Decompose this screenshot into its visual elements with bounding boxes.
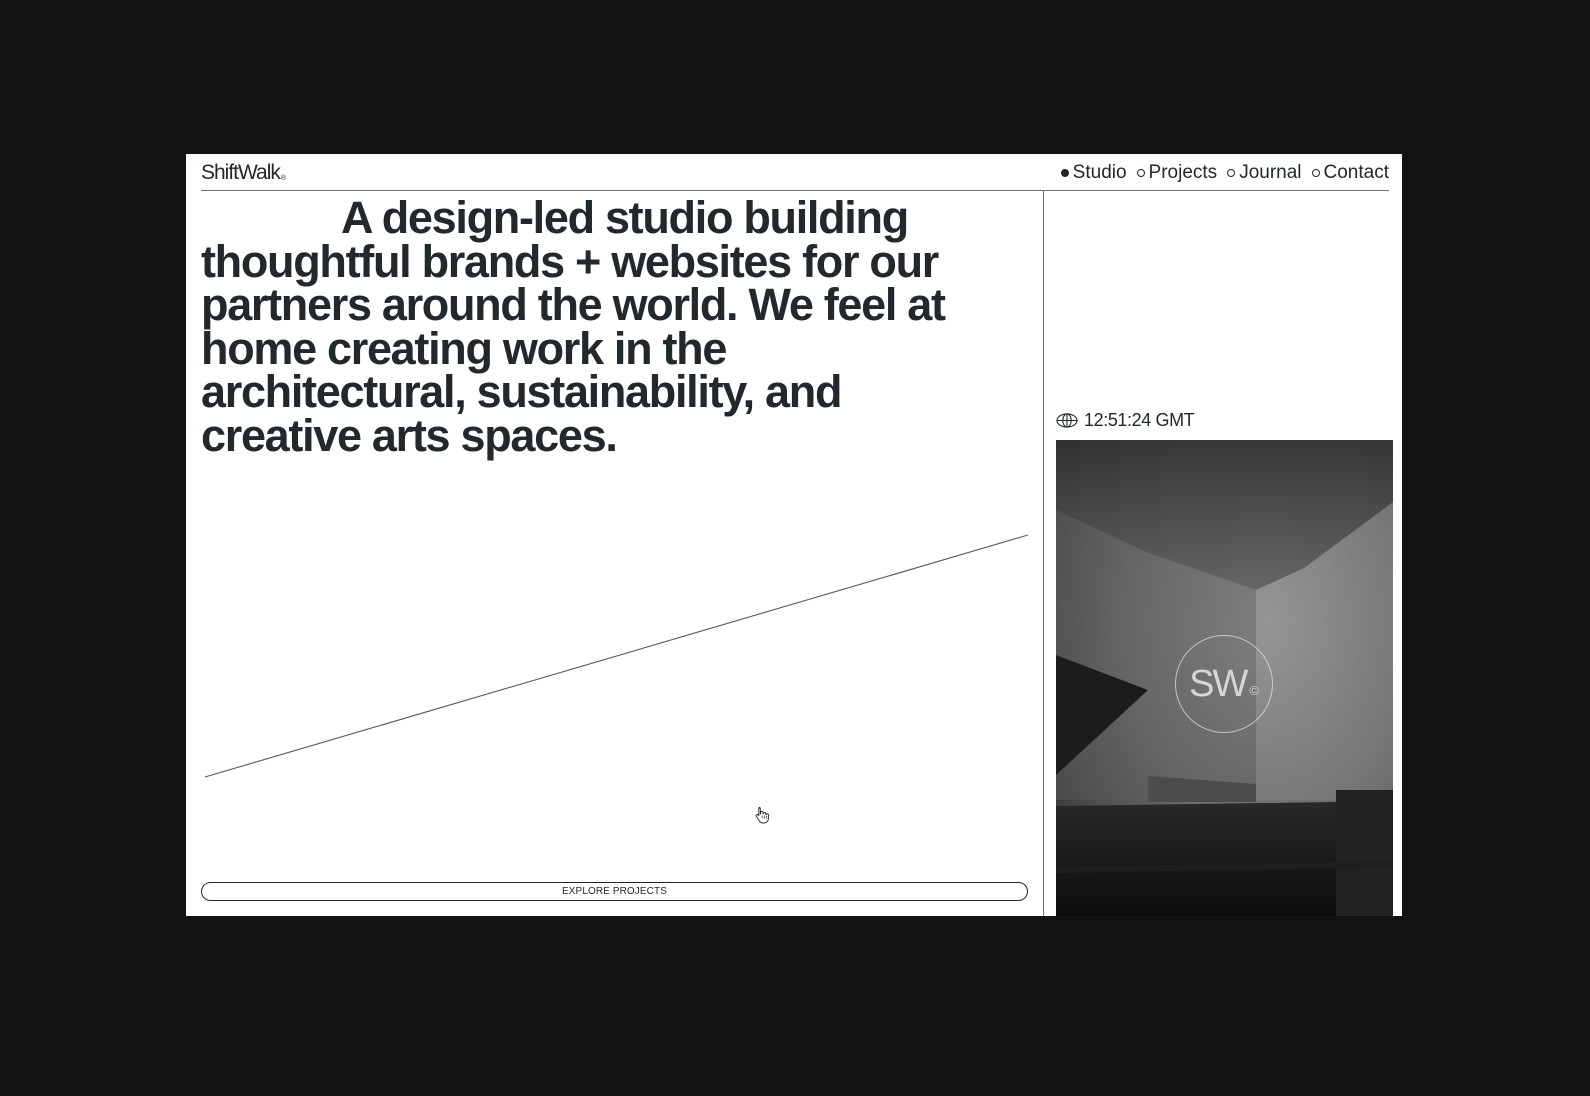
nav-item-label: Contact bbox=[1323, 162, 1389, 183]
inactive-dot-icon bbox=[1136, 169, 1145, 177]
time-readout: 12:51:24 GMT bbox=[1084, 410, 1195, 430]
local-time: 12:51:24 GMT bbox=[1056, 410, 1195, 431]
column-divider bbox=[1043, 190, 1044, 916]
badge-monogram: SW bbox=[1189, 662, 1248, 705]
badge-copyright-mark: © bbox=[1249, 682, 1259, 698]
hero-headline: A design-led studio building thoughtful … bbox=[201, 192, 946, 461]
brand-name: ShiftWalk bbox=[201, 161, 281, 184]
nav-item-label: Projects bbox=[1148, 162, 1218, 183]
website-frame: ShiftWalk® Studio Projects Journal Conta… bbox=[186, 154, 1402, 916]
globe-icon bbox=[1056, 413, 1078, 428]
nav-item-journal[interactable]: Journal bbox=[1227, 160, 1302, 186]
inactive-dot-icon bbox=[1227, 169, 1236, 177]
main-nav: Studio Projects Journal Contact bbox=[1060, 160, 1389, 186]
header-divider bbox=[201, 190, 1389, 191]
nav-item-contact[interactable]: Contact bbox=[1311, 160, 1389, 186]
registered-mark: ® bbox=[280, 175, 287, 182]
nav-item-label: Studio bbox=[1072, 162, 1127, 183]
inactive-dot-icon bbox=[1311, 169, 1320, 177]
brand-logo[interactable]: ShiftWalk® bbox=[201, 160, 286, 192]
studio-interior-photo: SW © bbox=[1056, 440, 1393, 916]
active-dot-icon bbox=[1060, 169, 1069, 177]
hand-cursor-icon bbox=[755, 807, 769, 824]
studio-badge: SW © bbox=[1175, 635, 1273, 733]
nav-item-projects[interactable]: Projects bbox=[1136, 160, 1218, 186]
nav-item-studio[interactable]: Studio bbox=[1060, 160, 1127, 186]
nav-item-label: Journal bbox=[1239, 162, 1302, 183]
explore-projects-button[interactable]: EXPLORE PROJECTS bbox=[201, 882, 1028, 901]
